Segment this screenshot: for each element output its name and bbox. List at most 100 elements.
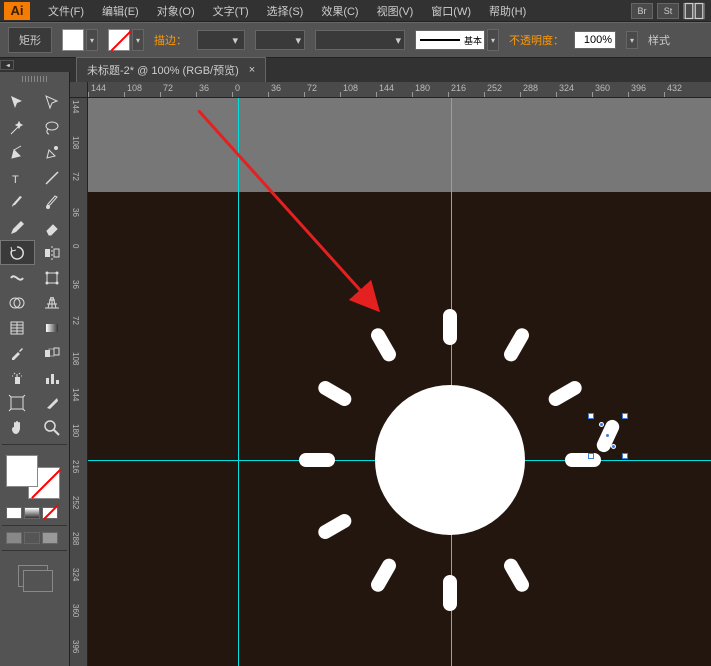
mesh-tool[interactable] [0,315,35,340]
perspective-grid-tool[interactable] [35,290,70,315]
document-tab-bar: 未标题-2* @ 100% (RGB/预览) × [0,58,711,82]
selected-object[interactable] [591,416,625,456]
svg-text:T: T [12,174,19,186]
menu-view[interactable]: 视图(V) [369,0,422,22]
sun-ray[interactable] [316,511,354,541]
eraser-tool[interactable] [35,215,70,240]
bbox-handle[interactable] [588,453,594,459]
sun-ray[interactable] [299,453,335,467]
menu-window[interactable]: 窗口(W) [423,0,479,22]
menu-select[interactable]: 选择(S) [259,0,312,22]
draw-normal-button[interactable] [6,532,22,544]
pen-tool[interactable] [0,140,35,165]
anchor-point[interactable] [599,422,604,427]
fill-stroke-swatches[interactable] [0,449,69,505]
opacity-dropdown[interactable] [626,31,638,49]
gradient-tool[interactable] [35,315,70,340]
color-mode-button[interactable] [6,507,22,519]
column-graph-tool[interactable] [35,365,70,390]
menu-type[interactable]: 文字(T) [205,0,257,22]
artboard-tool[interactable] [0,390,35,415]
stock-icon[interactable]: St [657,3,679,19]
sun-ray[interactable] [368,326,398,364]
type-tool[interactable]: T [0,165,35,190]
fill-swatch[interactable] [62,29,84,51]
draw-behind-button[interactable] [24,532,40,544]
opacity-input[interactable] [574,31,616,49]
anchor-point[interactable] [611,444,616,449]
bbox-handle[interactable] [588,413,594,419]
document-tab[interactable]: 未标题-2* @ 100% (RGB/预览) × [76,57,266,82]
canvas[interactable] [88,98,711,666]
gradient-mode-button[interactable] [24,507,40,519]
stroke-weight-input[interactable]: ▾ [197,30,245,50]
sun-ray[interactable] [316,378,354,408]
rotate-tool[interactable] [0,240,35,265]
brush-tool[interactable] [0,190,35,215]
reflect-tool[interactable] [35,240,69,265]
none-mode-button[interactable] [42,507,58,519]
stroke-weight-label: 描边： [154,32,187,48]
draw-inside-button[interactable] [42,532,58,544]
guide-vertical-1[interactable] [238,98,239,666]
artboard-area [88,98,711,192]
fill-dropdown[interactable] [86,29,98,51]
stroke-style-preview[interactable]: 基本 [415,30,485,50]
brush-def-dropdown[interactable]: ▾ [315,30,405,50]
zoom-tool[interactable] [35,415,70,440]
lasso-tool[interactable] [35,115,70,140]
symbol-sprayer-tool[interactable] [0,365,35,390]
style-label: 样式 [648,32,670,48]
sun-core-circle[interactable] [375,385,525,535]
stroke-profile-dropdown[interactable]: ▾ [255,30,305,50]
hand-tool[interactable] [0,415,35,440]
panel-grip[interactable] [22,76,48,82]
menu-effect[interactable]: 效果(C) [313,0,366,22]
menu-object[interactable]: 对象(O) [149,0,203,22]
tools-panel: T [0,72,70,666]
ruler-origin[interactable] [70,82,88,98]
bridge-icon[interactable]: Br [631,3,653,19]
opacity-label: 不透明度： [509,32,564,48]
menu-edit[interactable]: 编辑(E) [94,0,147,22]
center-point[interactable] [605,433,610,438]
app-logo: Ai [4,2,30,20]
free-transform-tool[interactable] [35,265,70,290]
selection-tool[interactable] [0,90,35,115]
screen-mode-button[interactable] [0,555,69,587]
stroke-dropdown[interactable] [132,29,144,51]
width-tool[interactable] [0,265,35,290]
arrange-icon[interactable] [683,3,705,19]
shape-name-label: 矩形 [8,27,52,53]
eyedropper-tool[interactable] [0,340,35,365]
curvature-tool[interactable] [35,140,70,165]
sun-ray[interactable] [443,575,457,611]
ruler-vertical[interactable]: 1441087236036721081441802162522883243603… [70,98,88,666]
sun-ray[interactable] [501,556,531,594]
line-tool[interactable] [35,165,70,190]
blob-brush-tool[interactable] [35,190,70,215]
stroke-style-dropdown[interactable] [487,29,499,51]
pencil-tool[interactable] [0,215,35,240]
menu-file[interactable]: 文件(F) [40,0,92,22]
fill-color-swatch[interactable] [6,455,38,487]
panel-collapse-button[interactable] [0,60,14,70]
document-tab-title: 未标题-2* @ 100% (RGB/预览) [87,62,239,78]
sun-ray[interactable] [368,556,398,594]
tab-close-button[interactable]: × [249,64,255,76]
bbox-handle[interactable] [622,413,628,419]
magic-wand-tool[interactable] [0,115,35,140]
sun-ray[interactable] [443,309,457,345]
blend-tool[interactable] [35,340,70,365]
sun-ray[interactable] [546,378,584,408]
menu-help[interactable]: 帮助(H) [481,0,534,22]
slice-tool[interactable] [35,390,70,415]
direct-selection-tool[interactable] [35,90,70,115]
sun-ray[interactable] [501,326,531,364]
stroke-swatch[interactable] [108,29,130,51]
menu-bar: Ai 文件(F) 编辑(E) 对象(O) 文字(T) 选择(S) 效果(C) 视… [0,0,711,22]
control-bar: 矩形 描边： ▾ ▾ ▾ 基本 不透明度： 样式 [0,22,711,58]
shape-builder-tool[interactable] [0,290,35,315]
ruler-horizontal[interactable]: 1441087236036721081441802162522883243603… [88,82,711,98]
bbox-handle[interactable] [622,453,628,459]
